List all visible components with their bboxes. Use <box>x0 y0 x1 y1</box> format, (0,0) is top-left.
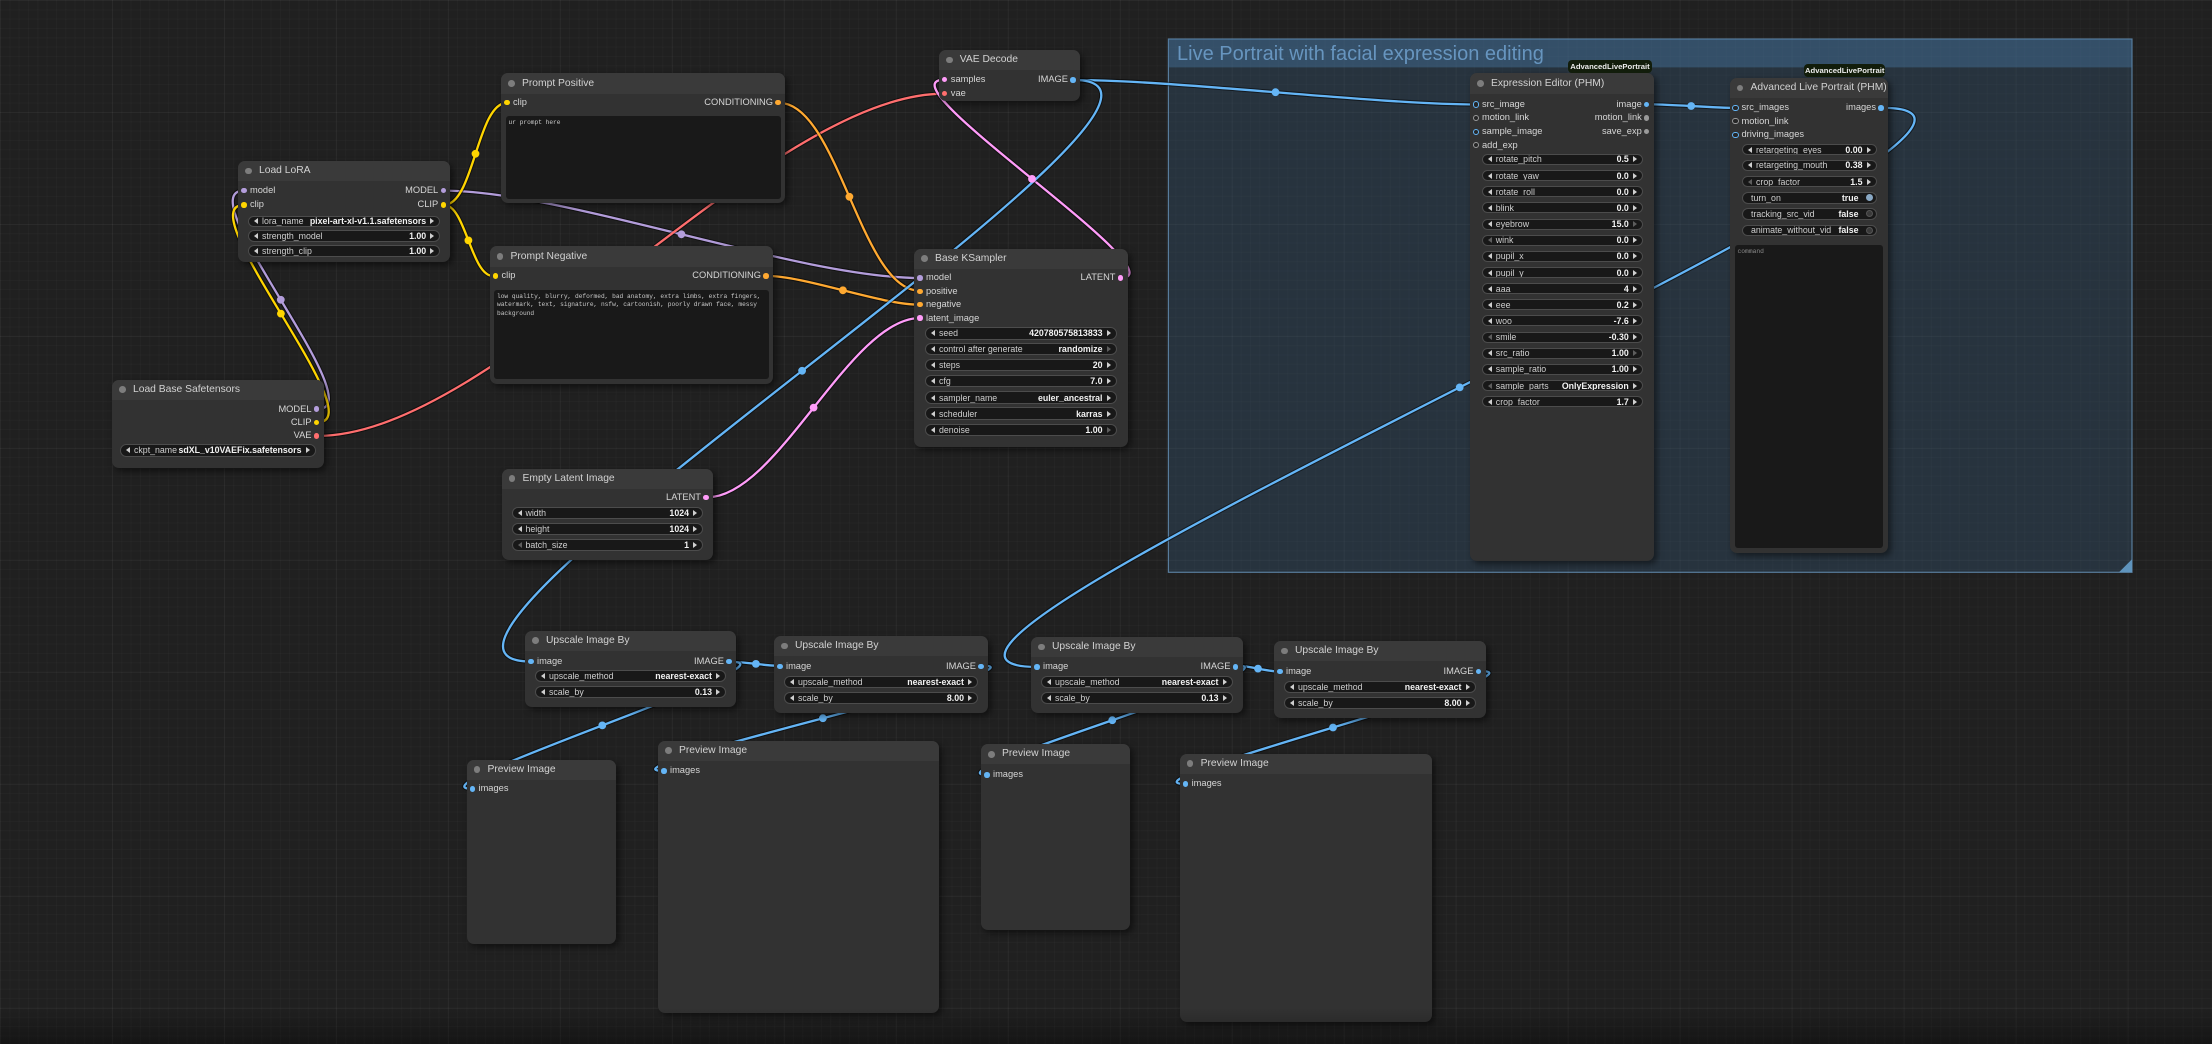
svg-text:Live Portrait with facial expr: Live Portrait with facial expression edi… <box>1177 43 1544 65</box>
